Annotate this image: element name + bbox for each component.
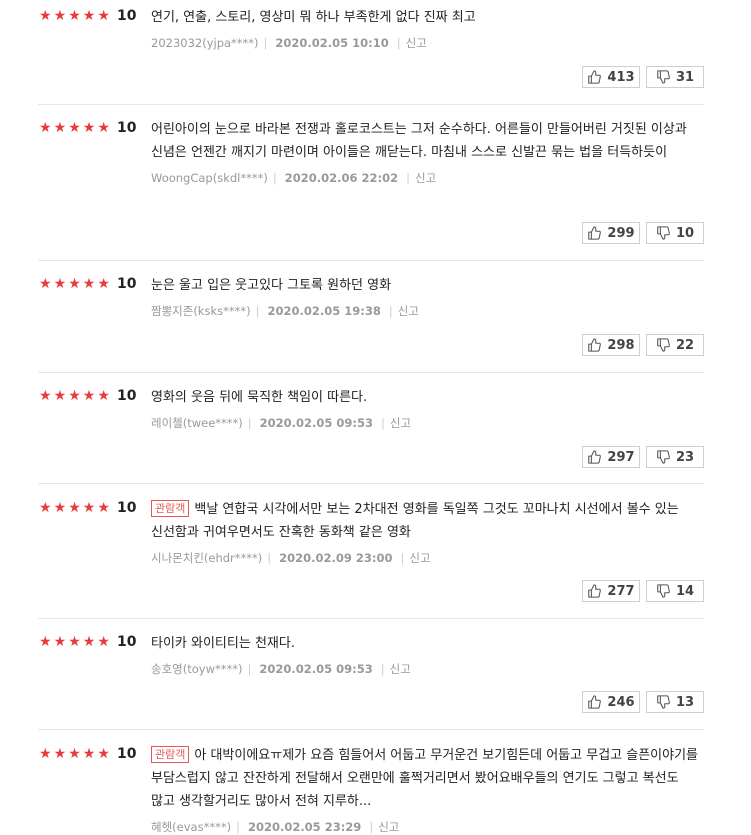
star-rating-icon: ★ ★ ★ ★ ★	[39, 276, 110, 292]
review-item: ★ ★ ★ ★ ★ 10 영화의 웃음 뒤에 묵직한 책임이 따른다. 레이첼(twee…	[38, 380, 704, 484]
review-score: ★ ★ ★ ★ ★ 10	[38, 634, 136, 650]
viewer-badge: 관람객	[151, 500, 190, 517]
review-author[interactable]: 2023032(yjpa****)	[151, 36, 259, 50]
review-author[interactable]: 짬뽕지존(ksks****)	[151, 304, 251, 318]
review-date: 2020.02.05 09:53	[259, 662, 373, 676]
thumbs-down-icon	[657, 695, 670, 709]
review-item: ★ ★ ★ ★ ★ 10 관람객 아 대박이에요ㅠ제가 요즘 힘들어서 어둡고 무거운건 …	[38, 746, 699, 834]
review-score: ★ ★ ★ ★ ★ 10	[38, 276, 136, 292]
like-button[interactable]: 298	[582, 334, 640, 356]
review-text: 아 대박이에요ㅠ제가 요즘 힘들어서 어둡고 무거운건 보기힘든데 어둡고 무겁…	[151, 748, 699, 809]
review-score: ★ ★ ★ ★ ★ 10	[38, 8, 136, 24]
star-rating-icon: ★ ★ ★ ★ ★	[39, 634, 110, 650]
review-author[interactable]: WoongCap(skdl****)	[151, 171, 268, 185]
review-text: 눈은 울고 입은 웃고있다 그토록 원하던 영화	[151, 278, 392, 293]
dislike-button[interactable]: 22	[646, 334, 704, 356]
review-item: ★ ★ ★ ★ ★ 10 눈은 울고 입은 웃고있다 그토록 원하던 영화 짬뽕지존(k…	[38, 268, 704, 373]
review-date: 2020.02.05 09:53	[259, 416, 374, 430]
star-rating-icon: ★ ★ ★ ★ ★	[39, 120, 110, 136]
star-rating-icon: ★ ★ ★ ★ ★	[39, 8, 110, 24]
report-link[interactable]: 신고	[390, 416, 411, 430]
review-text: 연기, 연출, 스토리, 영상미 뭐 하나 부족한게 없다 진짜 최고	[151, 10, 476, 25]
thumbs-down-icon	[657, 226, 670, 240]
star-rating-icon: ★ ★ ★ ★ ★	[39, 388, 110, 404]
like-count: 277	[607, 583, 635, 599]
review-author[interactable]: 레이첼(twee****)	[151, 416, 243, 430]
thumbs-down-icon	[657, 70, 670, 84]
review-text: 영화의 웃음 뒤에 묵직한 책임이 따른다.	[151, 390, 368, 405]
like-button[interactable]: 277	[582, 580, 640, 602]
review-score: ★ ★ ★ ★ ★ 10	[38, 120, 136, 136]
review-date: 2020.02.09 23:00	[279, 551, 393, 565]
dislike-button[interactable]: 13	[646, 691, 704, 713]
thumbs-up-icon	[588, 584, 602, 598]
review-author[interactable]: 송호영(toyw****)	[151, 662, 242, 676]
dislike-count: 23	[675, 449, 695, 465]
review-item: ★ ★ ★ ★ ★ 10 어린아이의 눈으로 바라본 전쟁과 홀로코스트는 그저 순수하…	[38, 112, 704, 261]
score-value: 10	[116, 8, 137, 24]
dislike-button[interactable]: 31	[646, 66, 704, 88]
like-count: 297	[607, 449, 635, 465]
review-date: 2020.02.05 19:38	[267, 304, 381, 318]
thumbs-down-icon	[657, 450, 670, 464]
review-author[interactable]: 시나몬치킨(ehdr****)	[151, 551, 262, 565]
review-item: ★ ★ ★ ★ ★ 10 관람객 백날 연합국 시각에서만 보는 2차대전 영화를 독일쪽…	[38, 492, 704, 619]
review-text: 어린아이의 눈으로 바라본 전쟁과 홀로코스트는 그저 순수하다. 어른들이 만…	[151, 122, 687, 160]
dislike-count: 14	[675, 583, 695, 599]
dislike-button[interactable]: 14	[646, 580, 704, 602]
review-text: 타이카 와이티티는 천재다.	[151, 636, 295, 651]
report-link[interactable]: 신고	[406, 36, 427, 50]
review-date: 2020.02.06 22:02	[284, 171, 399, 185]
like-count: 413	[607, 69, 635, 85]
like-count: 298	[607, 337, 635, 353]
like-count: 299	[607, 225, 635, 241]
like-button[interactable]: 246	[582, 691, 640, 713]
review-score: ★ ★ ★ ★ ★ 10	[38, 500, 136, 516]
dislike-count: 10	[675, 225, 695, 241]
score-value: 10	[116, 388, 137, 404]
dislike-count: 31	[675, 69, 695, 85]
score-value: 10	[116, 276, 137, 292]
score-value: 10	[116, 634, 137, 650]
thumbs-up-icon	[588, 338, 602, 352]
review-text: 백날 연합국 시각에서만 보는 2차대전 영화를 독일쪽 그것도 꼬마나치 시선…	[151, 502, 679, 540]
review-item: ★ ★ ★ ★ ★ 10 연기, 연출, 스토리, 영상미 뭐 하나 부족한게 없다 진…	[38, 0, 704, 105]
report-link[interactable]: 신고	[409, 551, 430, 565]
score-value: 10	[116, 500, 137, 516]
star-rating-icon: ★ ★ ★ ★ ★	[39, 746, 110, 762]
report-link[interactable]: 신고	[390, 662, 411, 676]
score-value: 10	[116, 120, 137, 136]
thumbs-up-icon	[588, 70, 602, 84]
dislike-count: 13	[675, 694, 695, 710]
dislike-button[interactable]: 10	[646, 222, 704, 244]
like-button[interactable]: 413	[582, 66, 640, 88]
dislike-button[interactable]: 23	[646, 446, 704, 468]
thumbs-up-icon	[588, 695, 602, 709]
thumbs-down-icon	[657, 584, 670, 598]
report-link[interactable]: 신고	[415, 171, 436, 185]
report-link[interactable]: 신고	[398, 304, 419, 318]
review-date: 2020.02.05 10:10	[275, 36, 389, 50]
viewer-badge: 관람객	[151, 746, 190, 763]
thumbs-up-icon	[588, 450, 602, 464]
like-button[interactable]: 299	[582, 222, 640, 244]
like-count: 246	[607, 694, 635, 710]
score-value: 10	[116, 746, 137, 762]
review-score: ★ ★ ★ ★ ★ 10	[38, 388, 136, 404]
thumbs-up-icon	[588, 226, 602, 240]
thumbs-down-icon	[657, 338, 670, 352]
dislike-count: 22	[675, 337, 695, 353]
review-score: ★ ★ ★ ★ ★ 10	[38, 746, 136, 762]
star-rating-icon: ★ ★ ★ ★ ★	[39, 500, 110, 516]
like-button[interactable]: 297	[582, 446, 640, 468]
review-item: ★ ★ ★ ★ ★ 10 타이카 와이티티는 천재다. 송호영(toyw****) | 20…	[38, 626, 704, 730]
